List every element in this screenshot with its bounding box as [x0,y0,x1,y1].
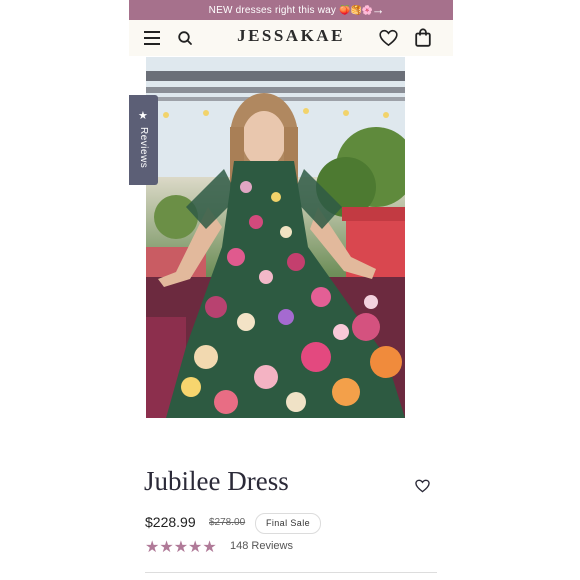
star-icon: ★ [145,539,160,556]
announcement-bar[interactable]: NEW dresses right this way 🍑🥞🌸 → [129,0,453,20]
announcement-emojis: 🍑🥞🌸 [339,5,374,15]
heart-icon[interactable] [379,29,398,47]
final-sale-badge: Final Sale [255,513,321,534]
star-icon: ★ [173,539,189,556]
star-icon: ★ [159,539,174,556]
compare-at-price: $278.00 [209,517,246,528]
star-icon: ★ [138,110,148,122]
star-icon: ★ [202,539,217,556]
wishlist-heart-icon[interactable] [415,479,430,493]
rating-stars[interactable]: ★★★★★ [145,537,217,556]
site-header: JESSAKAE [129,20,453,56]
arrow-right-icon[interactable]: → [372,0,385,20]
announcement-text[interactable]: NEW dresses right this way [209,5,336,16]
brand-logo[interactable]: JESSAKAE [129,26,453,46]
divider [145,572,437,573]
product-page: NEW dresses right this way 🍑🥞🌸 → JESSAKA… [129,0,453,580]
reviews-tab[interactable]: ★ Reviews [129,95,158,185]
shopping-bag-icon[interactable] [415,28,431,47]
product-price: $228.99 [145,514,196,530]
review-count-link[interactable]: 148 Reviews [230,540,293,552]
star-icon: ★ [188,539,203,556]
reviews-tab-label: Reviews [138,127,149,169]
product-title: Jubilee Dress [144,466,289,496]
product-image[interactable] [146,57,405,418]
product-photo-illustration [146,57,405,418]
